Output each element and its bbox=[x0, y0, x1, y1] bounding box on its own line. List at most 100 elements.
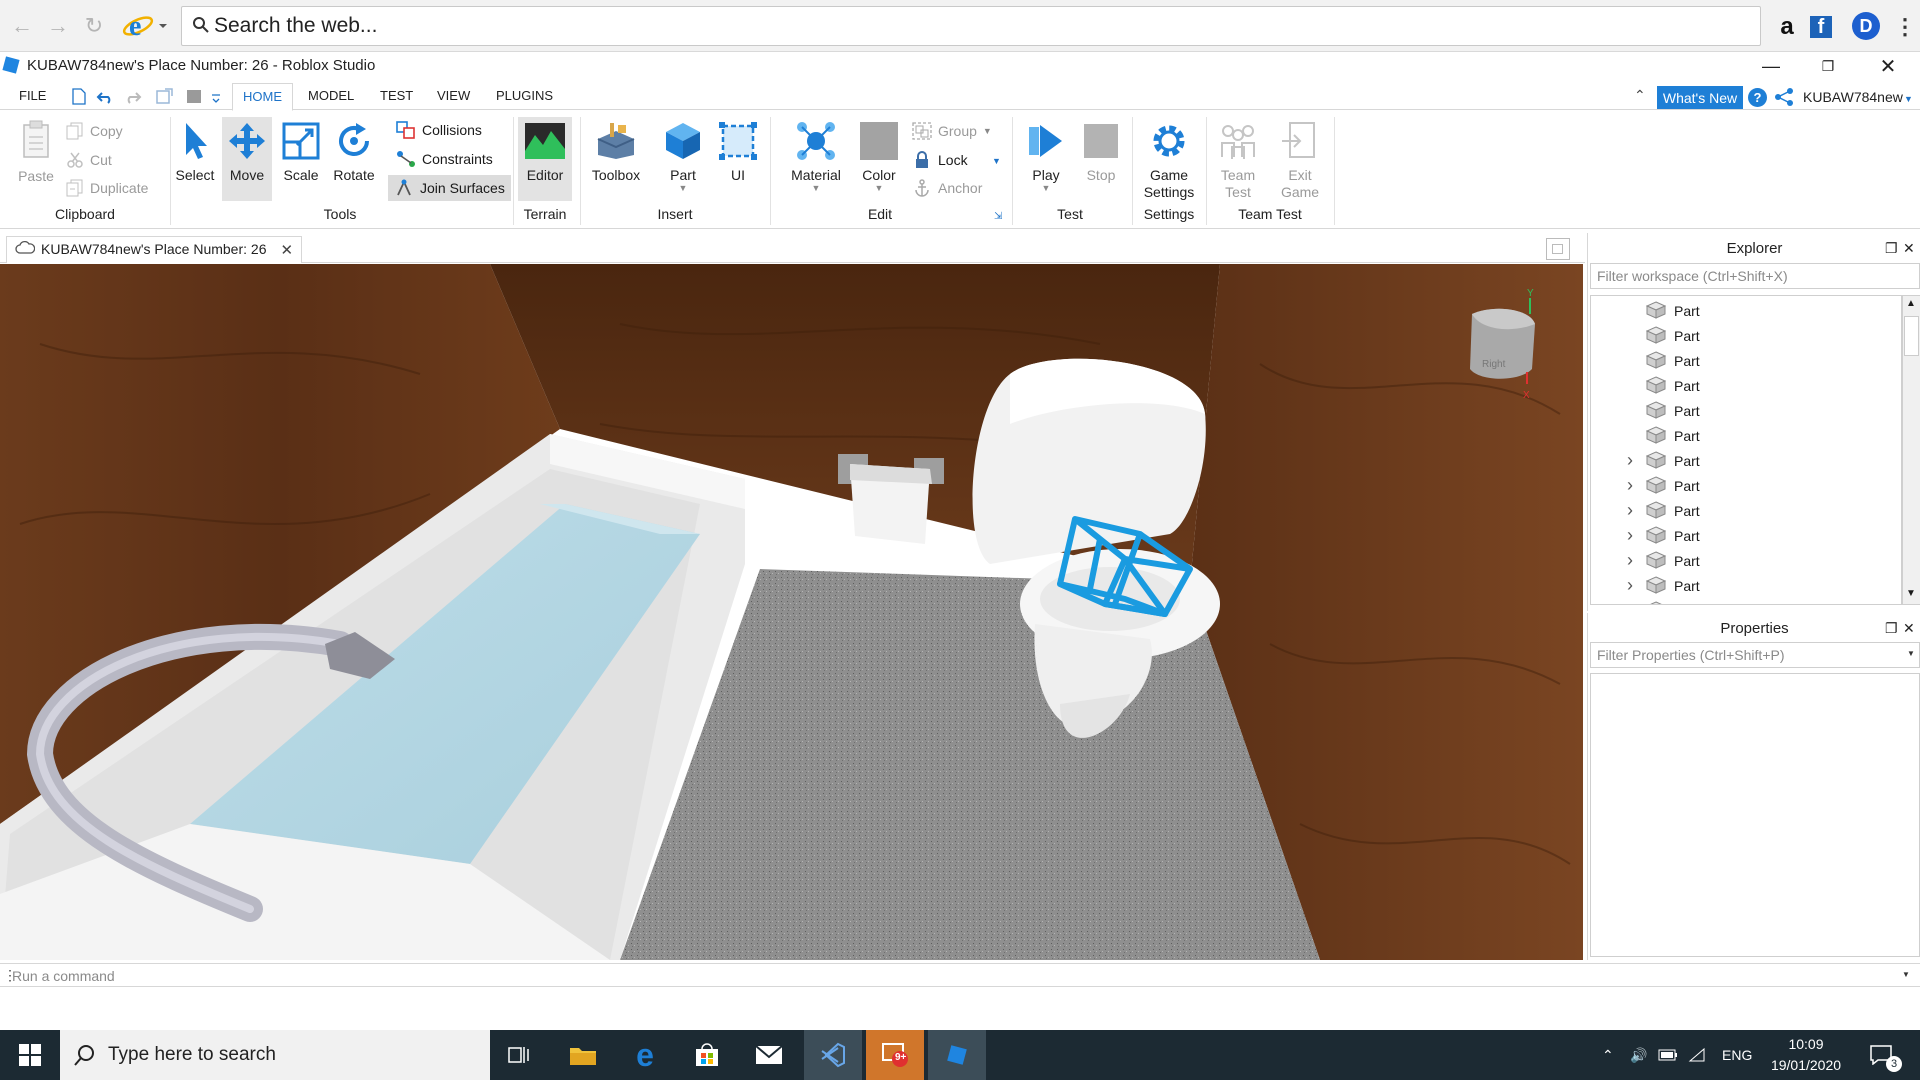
chevron-right-icon[interactable]: › bbox=[1627, 475, 1633, 496]
minimize-icon[interactable]: — bbox=[1748, 52, 1794, 80]
store-icon[interactable] bbox=[678, 1030, 736, 1080]
explorer-item[interactable]: › Part bbox=[1591, 448, 1901, 473]
refresh-icon[interactable]: ↻ bbox=[80, 12, 108, 40]
explorer-item[interactable]: Part bbox=[1591, 298, 1901, 323]
scale-tool-button[interactable]: Scale bbox=[278, 117, 324, 201]
insert-ui-button[interactable]: UI bbox=[716, 117, 760, 201]
paste-button[interactable]: Paste bbox=[12, 119, 60, 184]
explorer-item[interactable]: Part bbox=[1591, 598, 1901, 604]
filter-workspace-input[interactable] bbox=[1590, 263, 1920, 289]
collisions-toggle[interactable]: Collisions bbox=[392, 118, 486, 142]
cut-button[interactable]: Cut bbox=[66, 148, 112, 172]
explorer-item[interactable]: › Part bbox=[1591, 473, 1901, 498]
insert-part-button[interactable]: Part ▼ bbox=[656, 117, 710, 201]
tab-model[interactable]: MODEL bbox=[298, 83, 364, 111]
material-button[interactable]: Material ▼ bbox=[786, 117, 846, 201]
redo-icon[interactable] bbox=[124, 88, 142, 105]
undock-icon[interactable]: ❐ bbox=[1885, 620, 1898, 637]
group-button[interactable]: Group ▼ bbox=[912, 119, 992, 143]
undo-icon[interactable] bbox=[96, 88, 114, 105]
start-button[interactable] bbox=[0, 1030, 60, 1080]
web-search-input[interactable] bbox=[214, 11, 1714, 41]
customize-quick-access-icon[interactable] bbox=[210, 88, 222, 105]
close-panel-icon[interactable]: ✕ bbox=[1903, 240, 1915, 257]
layout-toggle-icon[interactable] bbox=[1546, 238, 1570, 260]
explorer-item[interactable]: › Part bbox=[1591, 573, 1901, 598]
explorer-item[interactable]: › Part bbox=[1591, 498, 1901, 523]
volume-icon[interactable]: 🔊 bbox=[1630, 1030, 1647, 1080]
3d-viewport[interactable]: Right Y X bbox=[0, 264, 1583, 960]
taskbar-search-input[interactable] bbox=[108, 1042, 478, 1068]
filter-properties-input[interactable] bbox=[1590, 642, 1920, 668]
action-center-icon[interactable]: 3 bbox=[1870, 1030, 1902, 1080]
join-surfaces-toggle[interactable]: Join Surfaces bbox=[388, 175, 511, 201]
internet-explorer-icon[interactable]: e bbox=[122, 10, 170, 42]
explorer-item[interactable]: Part bbox=[1591, 348, 1901, 373]
undock-icon[interactable]: ❐ bbox=[1885, 240, 1898, 257]
taskbar-search[interactable] bbox=[60, 1030, 490, 1080]
mail-icon[interactable] bbox=[740, 1030, 798, 1080]
edit-dialog-launcher-icon[interactable]: ⇲ bbox=[994, 211, 1002, 222]
select-tool-button[interactable]: Select bbox=[174, 117, 216, 201]
notification-app-icon[interactable]: 9+ bbox=[866, 1030, 924, 1080]
whats-new-button[interactable]: What's New bbox=[1657, 86, 1743, 109]
scroll-down-icon[interactable]: ▼ bbox=[1906, 588, 1916, 599]
constraints-toggle[interactable]: Constraints bbox=[392, 147, 497, 171]
chevron-down-icon[interactable]: ▼ bbox=[1902, 970, 1910, 979]
explorer-item[interactable]: Part bbox=[1591, 323, 1901, 348]
close-panel-icon[interactable]: ✕ bbox=[1903, 620, 1915, 637]
forward-arrow-icon[interactable]: → bbox=[44, 12, 72, 40]
anchor-button[interactable]: Anchor bbox=[912, 176, 982, 200]
web-search-box[interactable] bbox=[181, 6, 1761, 46]
chevron-down-icon[interactable]: ▼ bbox=[1907, 649, 1915, 658]
lock-button[interactable]: Lock bbox=[912, 148, 968, 172]
dashlane-icon[interactable]: D bbox=[1852, 12, 1880, 40]
task-view-icon[interactable] bbox=[490, 1030, 548, 1080]
stop-button[interactable]: Stop bbox=[1078, 117, 1124, 201]
lock-dropdown-icon[interactable]: ▼ bbox=[992, 156, 1001, 166]
place-document-tab[interactable]: KUBAW784new's Place Number: 26 ✕ bbox=[6, 236, 303, 263]
toolbox-button[interactable]: Toolbox bbox=[586, 117, 646, 201]
game-settings-button[interactable]: Game Settings bbox=[1138, 117, 1200, 207]
system-clock[interactable]: 10:09 19/01/2020 bbox=[1760, 1034, 1852, 1076]
help-icon[interactable]: ? bbox=[1748, 88, 1767, 107]
wifi-icon[interactable] bbox=[1688, 1030, 1706, 1080]
publish-icon[interactable] bbox=[156, 88, 174, 105]
tab-test[interactable]: TEST bbox=[370, 83, 423, 111]
explorer-item[interactable]: › Part bbox=[1591, 548, 1901, 573]
more-options-icon[interactable]: ⋮ bbox=[1890, 12, 1920, 42]
chevron-right-icon[interactable]: › bbox=[1627, 575, 1633, 596]
show-hidden-icons[interactable]: ⌃ bbox=[1602, 1030, 1614, 1080]
scroll-up-icon[interactable]: ▲ bbox=[1906, 298, 1916, 309]
copy-button[interactable]: Copy bbox=[66, 119, 123, 143]
explorer-item[interactable]: Part bbox=[1591, 373, 1901, 398]
back-arrow-icon[interactable]: ← bbox=[8, 12, 36, 40]
facebook-icon[interactable]: f bbox=[1810, 16, 1832, 38]
new-file-icon[interactable] bbox=[70, 88, 88, 105]
explorer-item[interactable]: Part bbox=[1591, 423, 1901, 448]
roblox-studio-taskbar-icon[interactable] bbox=[928, 1030, 986, 1080]
restore-icon[interactable]: ❐ bbox=[1805, 52, 1851, 80]
file-explorer-icon[interactable] bbox=[554, 1030, 612, 1080]
battery-icon[interactable] bbox=[1658, 1030, 1678, 1080]
scene-render[interactable]: Right Y X bbox=[0, 264, 1583, 960]
color-button[interactable]: Color ▼ bbox=[854, 117, 904, 201]
stop-square-icon[interactable] bbox=[185, 88, 203, 105]
duplicate-button[interactable]: Duplicate bbox=[66, 176, 148, 200]
amazon-icon[interactable]: a bbox=[1772, 12, 1802, 42]
scroll-thumb[interactable] bbox=[1904, 316, 1919, 356]
exit-game-button[interactable]: Exit Game bbox=[1272, 117, 1328, 207]
chevron-right-icon[interactable]: › bbox=[1627, 450, 1633, 471]
edge-browser-icon[interactable]: e bbox=[616, 1030, 674, 1080]
tab-file[interactable]: FILE bbox=[9, 83, 56, 111]
rotate-tool-button[interactable]: Rotate bbox=[328, 117, 380, 201]
close-window-icon[interactable]: ✕ bbox=[1865, 52, 1911, 80]
command-input[interactable] bbox=[12, 966, 1892, 986]
chevron-right-icon[interactable]: › bbox=[1627, 550, 1633, 571]
collapse-ribbon-icon[interactable]: ⌃ bbox=[1634, 87, 1646, 104]
tab-plugins[interactable]: PLUGINS bbox=[486, 83, 563, 111]
tab-home[interactable]: HOME bbox=[232, 83, 293, 111]
terrain-editor-button[interactable]: Editor bbox=[518, 117, 572, 201]
move-tool-button[interactable]: Move bbox=[222, 117, 272, 201]
visual-studio-icon[interactable] bbox=[804, 1030, 862, 1080]
